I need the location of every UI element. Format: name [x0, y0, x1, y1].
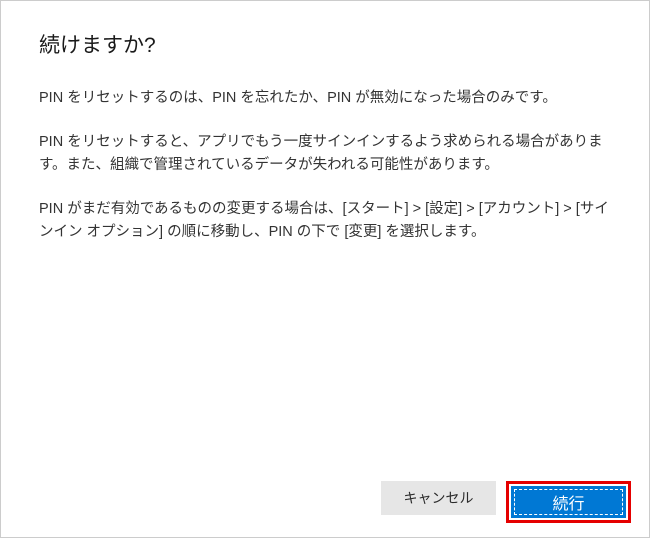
button-bar: キャンセル 続行	[381, 481, 631, 523]
dialog-paragraph-2: PIN をリセットすると、アプリでもう一度サインインするよう求められる場合があり…	[39, 131, 611, 176]
cancel-button[interactable]: キャンセル	[381, 481, 496, 515]
continue-button-highlight: 続行	[506, 481, 631, 523]
dialog-title: 続けますか?	[39, 29, 611, 59]
dialog-paragraph-1: PIN をリセットするのは、PIN を忘れたか、PIN が無効になった場合のみで…	[39, 87, 611, 109]
continue-button[interactable]: 続行	[511, 486, 626, 518]
dialog-paragraph-3: PIN がまだ有効であるものの変更する場合は、[スタート] > [設定] > […	[39, 198, 611, 243]
dialog-content: 続けますか? PIN をリセットするのは、PIN を忘れたか、PIN が無効にな…	[1, 1, 649, 243]
